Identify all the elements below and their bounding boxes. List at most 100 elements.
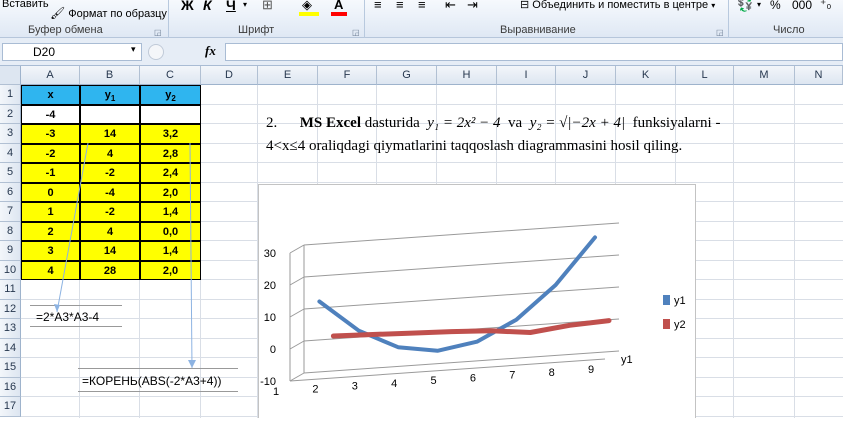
x-tick-label: 6 [470,372,476,384]
row-header[interactable]: 13 [0,319,21,339]
chevron-down-icon[interactable]: ▾ [243,0,247,9]
column-header[interactable]: M [734,66,795,85]
table-cell[interactable]: 1,4 [140,241,201,261]
column-header[interactable]: G [377,66,437,85]
table-cell[interactable]: 0,0 [140,221,201,241]
borders-icon[interactable]: ⊞ [262,0,273,13]
x-tick-label: 9 [588,364,594,376]
format-painter-label: Формат по образцу [68,8,167,20]
paste-button[interactable]: Вставить [2,0,49,10]
table-header-cell[interactable]: y1 [80,85,140,105]
table-cell[interactable]: 14 [80,124,140,144]
dialog-launcher-icon[interactable]: ◲ [716,28,724,37]
table-header-cell[interactable]: x [21,85,80,105]
column-header[interactable]: L [676,66,734,85]
data-point [476,341,478,343]
row-header[interactable]: 17 [0,397,21,417]
row-header[interactable]: 12 [0,299,21,319]
table-cell[interactable]: -1 [21,163,80,183]
format-painter-button[interactable]: 🖌 Формат по образцу [50,6,167,20]
row-header[interactable]: 2 [0,104,21,124]
table-cell[interactable]: -3 [21,124,80,144]
column-header[interactable]: H [437,66,497,85]
column-header[interactable]: K [616,66,676,85]
table-cell[interactable]: 3 [21,241,80,261]
table-cell[interactable]: -2 [80,163,140,183]
table-cell[interactable]: 4 [80,143,140,163]
expand-handle[interactable] [148,44,164,60]
table-cell[interactable]: -2 [80,202,140,222]
dialog-launcher-icon[interactable]: ◲ [154,28,162,37]
row-header[interactable]: 10 [0,260,21,280]
column-header[interactable]: B [80,66,140,85]
table-cell[interactable]: 4 [21,260,80,280]
italic-button[interactable]: К [203,0,212,13]
table-cell[interactable]: 14 [80,241,140,261]
row-header[interactable]: 14 [0,338,21,358]
row-header[interactable]: 8 [0,221,21,241]
row-header[interactable]: 3 [0,124,21,144]
table-cell[interactable]: -4 [21,104,80,124]
table-cell[interactable]: 3,2 [140,124,201,144]
thousands-button[interactable]: 000 [792,0,812,12]
chart[interactable]: 30 20 10 0 -10 1 2 3 4 5 6 7 8 9 y1 y1 y2 [258,184,696,418]
row-header[interactable]: 16 [0,377,21,397]
column-header[interactable]: F [318,66,377,85]
table-cell[interactable]: 1 [21,202,80,222]
row-header[interactable]: 5 [0,163,21,183]
table-cell[interactable]: 2,4 [140,163,201,183]
row-header[interactable]: 4 [0,143,21,163]
header-subscript: 1 [110,94,116,104]
table-cell[interactable]: 4 [80,221,140,241]
row-header[interactable]: 11 [0,280,21,300]
row-header[interactable]: 1 [0,85,21,105]
dialog-launcher-icon[interactable]: ◲ [352,28,360,37]
table-cell[interactable]: 1,4 [140,202,201,222]
table-cell[interactable]: 0 [21,182,80,202]
legend-swatch [663,319,670,329]
column-header[interactable]: N [795,66,843,85]
column-header[interactable]: E [258,66,318,85]
chevron-down-icon[interactable]: ▾ [131,44,136,55]
merge-center-icon: ⊟ [520,0,530,11]
table-header-cell[interactable]: y2 [140,85,201,105]
name-box[interactable]: D20 [2,43,142,61]
increase-decimal-icon[interactable]: ⁺₀ [820,0,831,11]
merge-center-button[interactable]: ⊟ Объединить и поместить в центре ▾ [520,0,715,11]
align-right-icon[interactable]: ≡ [418,0,426,12]
table-cell[interactable]: 28 [80,260,140,280]
align-left-icon[interactable]: ≡ [374,0,382,12]
column-header[interactable]: J [556,66,616,85]
insert-function-button[interactable]: fx [205,43,216,59]
table-cell[interactable]: -2 [21,143,80,163]
table-cell[interactable]: 2,0 [140,260,201,280]
column-header[interactable]: D [201,66,258,85]
underline-button[interactable]: Ч [226,0,236,13]
decrease-indent-icon[interactable]: ⇤ [445,0,456,13]
align-center-icon[interactable]: ≡ [396,0,404,12]
increase-indent-icon[interactable]: ⇥ [467,0,478,13]
bold-button[interactable]: Ж [181,0,194,13]
table-cell[interactable]: 2 [21,221,80,241]
row-header[interactable]: 6 [0,182,21,202]
percent-button[interactable]: % [770,0,781,12]
column-header[interactable]: C [140,66,201,85]
column-header[interactable]: I [497,66,556,85]
x-tick-label: 4 [391,378,397,390]
gridline [303,222,620,246]
data-point [397,346,399,348]
font-color-icon[interactable]: A [334,0,343,12]
table-cell[interactable] [140,104,201,124]
table-cell[interactable] [80,104,140,124]
row-header[interactable]: 9 [0,241,21,261]
formula-input[interactable] [225,43,843,61]
table-cell[interactable]: -4 [80,182,140,202]
table-cell[interactable]: 2,0 [140,182,201,202]
column-header[interactable]: A [21,66,80,85]
chevron-down-icon[interactable]: ▾ [757,0,761,9]
row-header[interactable]: 7 [0,202,21,222]
currency-icon[interactable]: 💱 [737,0,753,13]
table-cell[interactable]: 2,8 [140,143,201,163]
select-all-corner[interactable] [0,66,21,85]
row-header[interactable]: 15 [0,358,21,378]
